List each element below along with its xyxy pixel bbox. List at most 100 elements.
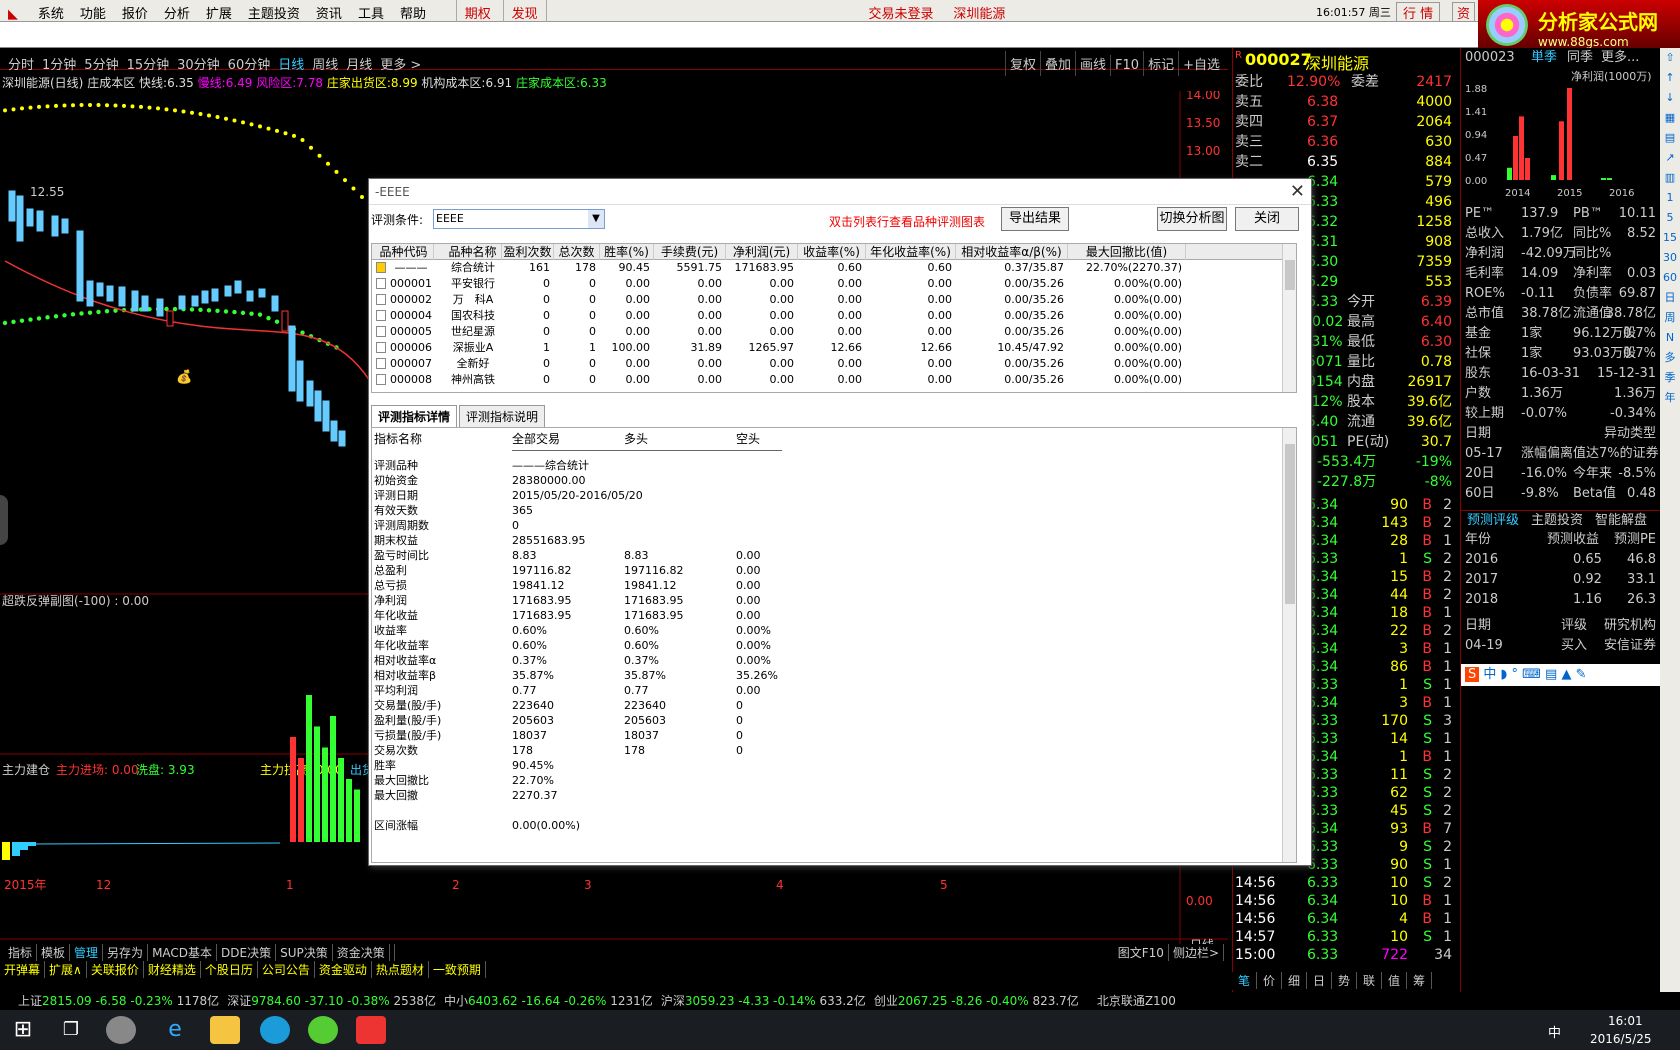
index-quote[interactable]: 中小6403.62 -16.64 -0.26% 1231亿 [444,994,653,1008]
side-period-button[interactable]: 1 [1660,188,1680,208]
bottom-tab[interactable]: DDE决策 [217,944,277,961]
index-quote[interactable]: 上证2815.09 -6.58 -0.23% 1178亿 [18,994,219,1008]
quote-tab[interactable]: 日 [1307,972,1332,989]
quote-tab[interactable]: 笔 [1232,972,1257,989]
cond-select[interactable]: EEEE ▼ [433,209,605,229]
feature-button[interactable]: 扩展∧ [45,961,87,978]
fin-tab-0[interactable]: 単季 [1531,48,1557,68]
grid-icon[interactable]: ▦ [1660,108,1680,128]
folder-icon[interactable] [210,1016,240,1044]
rating-tab-1[interactable]: 主题投资 [1531,511,1583,531]
quote-tab[interactable]: 值 [1382,972,1407,989]
quote-tab[interactable]: 势 [1332,972,1357,989]
ime-indicator[interactable]: 中 [1548,1022,1561,1041]
side-period-button[interactable]: 30 [1660,248,1680,268]
bottom-tab[interactable]: 模板 [37,944,71,961]
line-icon[interactable]: ↗ [1660,148,1680,168]
bottom-tab[interactable]: 管理 [70,944,104,961]
col-header[interactable]: 手续费(元) [654,244,726,260]
feature-button[interactable]: 一致预期 [429,961,486,978]
table-row[interactable]: 000006 深振业A 1 1 100.00 31.89 1265.97 12.66 12.66… [372,340,1296,356]
feature-button[interactable]: 财经精选 [144,961,201,978]
bottom-tab[interactable]: 资金决策 [333,944,390,961]
table-row[interactable]: 000008 神州高铁 0 0 0.00 0.00 0.00 0.00 0.00 0.00/35.… [372,372,1296,388]
windows-start-icon[interactable]: ⊞ [8,1016,38,1044]
col-header[interactable]: 总次数 [554,244,600,260]
ime-toolbar[interactable]: S 中 ◗ ° ⌨ ▤ ▲ ✎ [1461,664,1660,686]
tab-explain[interactable]: 评测指标说明 [459,405,546,428]
task-view-icon[interactable]: ❐ [56,1016,86,1044]
detail-scrollbar[interactable] [1282,428,1296,862]
candle-icon[interactable]: ▥ [1660,168,1680,188]
col-header[interactable]: 盈利次数 [502,244,554,260]
quote-tab[interactable]: 细 [1282,972,1307,989]
table-row[interactable]: 000004 国农科技 0 0 0.00 0.00 0.00 0.00 0.00 0.00/35.… [372,308,1296,324]
col-header[interactable]: 年化收益率(%) [866,244,956,260]
col-header[interactable]: 净利润(元) [726,244,798,260]
k-app-icon[interactable] [260,1016,290,1044]
rating-tab-2[interactable]: 智能解盘 [1595,511,1647,531]
bottom-right-button[interactable]: 图文F10 [1114,944,1169,961]
side-period-button[interactable]: N [1660,328,1680,348]
col-header[interactable]: 胜率(%) [600,244,654,260]
stock-app-icon[interactable] [356,1016,386,1044]
col-header[interactable]: 最大回撤比(值) [1068,244,1186,260]
table-row[interactable]: 000005 世纪星源 0 0 0.00 0.00 0.00 0.00 0.00 0.00/35.… [372,324,1296,340]
bottom-tab[interactable]: SUP决策 [276,944,333,961]
table-row[interactable]: ——— 综合统计 161 178 90.45 5591.75 171683.95 0.60 0.… [372,260,1296,276]
index-quote[interactable]: 沪深3059.23 -4.33 -0.14% 633.2亿 [661,994,866,1008]
switch-chart-button[interactable]: 切换分析图 [1157,207,1227,231]
tab-info[interactable]: 资 [1452,2,1476,23]
table-row[interactable]: 000002 万 科A 0 0 0.00 0.00 0.00 0.00 0.00 0.00/35.… [372,292,1296,308]
arrow-up-icon[interactable]: ↑ [1660,68,1680,88]
tab-detail[interactable]: 评测指标详情 [371,405,458,428]
arrow-down-icon[interactable]: ↓ [1660,88,1680,108]
table-scrollbar[interactable] [1282,244,1296,392]
chevron-down-icon[interactable]: ▼ [588,210,604,228]
green-app-icon[interactable] [308,1016,338,1044]
col-header[interactable]: 品种代码 [374,244,434,260]
fin-tab-2[interactable]: 更多... [1601,48,1639,68]
quote-tab[interactable]: 筹 [1407,972,1432,989]
address-bar[interactable] [0,22,1478,48]
export-button[interactable]: 导出结果 [1001,207,1069,231]
quote-tab[interactable]: 联 [1357,972,1382,989]
feature-button[interactable]: 关联报价 [87,961,144,978]
col-header[interactable]: 收益率(%) [798,244,866,260]
side-period-button[interactable]: 15 [1660,228,1680,248]
col-header[interactable]: 品种名称 [444,244,502,260]
index-quote[interactable]: 创业2067.25 -8.26 -0.40% 823.7亿 [874,994,1079,1008]
feature-button[interactable]: 热点题材 [372,961,429,978]
bottom-tab[interactable]: 指标 [4,944,38,961]
side-period-button[interactable]: 5 [1660,208,1680,228]
dialog-close-icon[interactable]: ✕ [1290,181,1305,202]
table-row[interactable]: 000007 全新好 0 0 0.00 0.00 0.00 0.00 0.00 0.00/35.2… [372,356,1296,372]
scroll-up-icon[interactable]: ⇧ [1660,48,1680,68]
side-period-button[interactable]: 年 [1660,388,1680,408]
feature-button[interactable]: 公司公告 [258,961,315,978]
side-period-button[interactable]: 多 [1660,348,1680,368]
chart-icon[interactable]: ▤ [1660,128,1680,148]
feature-button[interactable]: 开弹幕 [0,961,46,978]
side-period-button[interactable]: 日 [1660,288,1680,308]
side-period-button[interactable]: 60 [1660,268,1680,288]
feature-button[interactable]: 资金驱动 [315,961,372,978]
bottom-right-button[interactable]: 侧边栏> [1169,944,1224,961]
fin-tab-1[interactable]: 同季 [1567,48,1593,68]
index-quote[interactable]: 深证9784.60 -37.10 -0.38% 2538亿 [227,994,436,1008]
side-period-button[interactable]: 周 [1660,308,1680,328]
edge-icon[interactable]: e [160,1016,190,1044]
tab-quote[interactable]: 行 情 [1396,2,1441,23]
app-s-icon[interactable] [106,1016,136,1044]
rating-tab-0[interactable]: 预测评级 [1467,511,1519,531]
close-button[interactable]: 关闭 [1235,207,1299,231]
feature-button[interactable]: 个股日历 [201,961,258,978]
side-period-button[interactable]: 季 [1660,368,1680,388]
bottom-tab[interactable]: MACD基本 [148,944,218,961]
bottom-tab[interactable]: 另存为 [103,944,149,961]
chart-tool-button[interactable]: +自选 [1178,51,1224,76]
left-collapse-handle[interactable] [0,495,8,545]
table-row[interactable]: 000001 平安银行 0 0 0.00 0.00 0.00 0.00 0.00 0.00/35.… [372,276,1296,292]
quote-tab[interactable]: 价 [1257,972,1282,989]
col-header[interactable]: 相对收益率α/β(%) [956,244,1068,260]
